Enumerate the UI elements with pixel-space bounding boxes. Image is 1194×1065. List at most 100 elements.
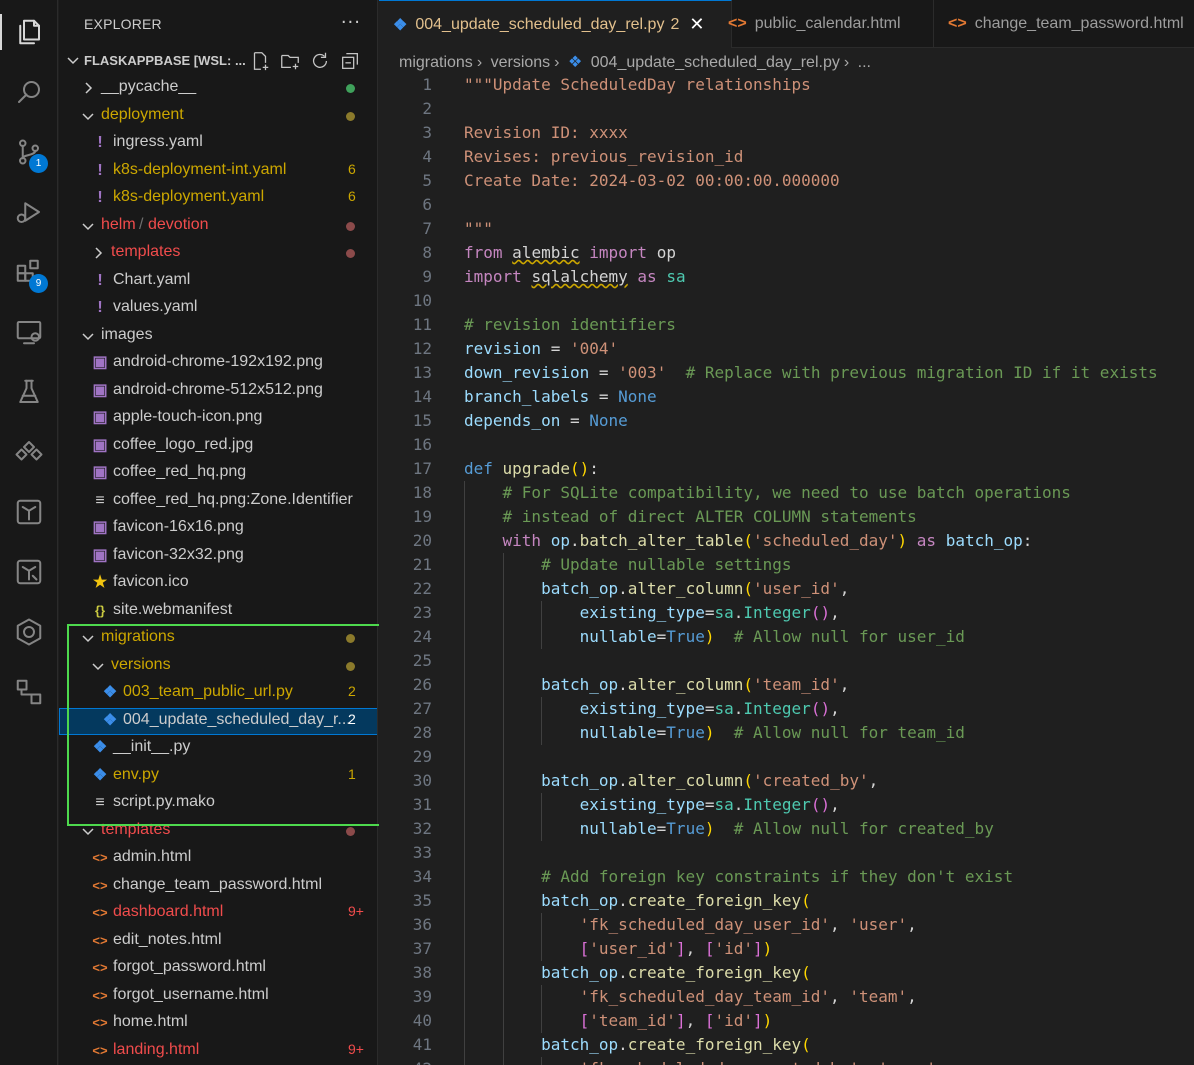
refresh-icon[interactable] xyxy=(309,50,331,72)
tree-file[interactable]: <> change_team_password.html xyxy=(59,873,377,900)
tree-item-label: change_team_password.html xyxy=(113,875,323,893)
breadcrumb-item[interactable]: 004_update_scheduled_day_rel.py xyxy=(591,54,840,71)
html-file-icon: <> xyxy=(948,15,967,32)
tree-item-label: __init__.py xyxy=(113,738,191,755)
breadcrumb-item[interactable]: ... xyxy=(858,54,871,71)
status-dot-icon xyxy=(346,826,355,836)
tree-item-label: env.py xyxy=(113,765,159,783)
html-file-icon: <> xyxy=(92,877,108,893)
tree-file[interactable]: ▣ coffee_red_hq.png xyxy=(59,460,377,487)
new-folder-icon[interactable] xyxy=(279,50,301,72)
tree-file[interactable]: ! k8s-deployment.yaml 6 xyxy=(59,185,377,212)
tree-file[interactable]: <> admin.html xyxy=(59,845,377,872)
tree-file[interactable]: ≡ coffee_red_hq.png:Zone.Identifier xyxy=(59,488,377,515)
tree-folder[interactable]: versions xyxy=(59,653,377,680)
chevron-right-icon xyxy=(85,82,93,94)
code-line: 22 batch_op.alter_column('user_id', xyxy=(379,577,1194,601)
path-separator: / xyxy=(139,215,144,233)
tree-file[interactable]: <> edit_notes.html xyxy=(59,928,377,955)
tree-item-label: admin.html xyxy=(113,848,192,865)
terraform-cloud-icon[interactable] xyxy=(0,548,58,596)
grid-icon[interactable] xyxy=(0,428,58,476)
tree-folder[interactable]: deployment xyxy=(59,103,377,130)
terraform-icon[interactable] xyxy=(0,488,58,536)
tree-folder[interactable]: helm / devotion xyxy=(59,213,377,240)
tree-folder[interactable]: __pycache__ xyxy=(59,75,377,102)
code-line: 21 # Update nullable settings xyxy=(379,553,1194,577)
tab-change-team-password[interactable]: <> change_team_password.html xyxy=(934,0,1194,48)
tree-file[interactable]: ★ favicon.ico xyxy=(59,570,377,597)
source-control-icon[interactable]: 1 xyxy=(0,128,58,176)
run-debug-icon[interactable] xyxy=(0,188,58,236)
tab-public-calendar[interactable]: <> public_calendar.html xyxy=(714,0,934,48)
tree-file[interactable]: ! Chart.yaml xyxy=(59,268,377,295)
workspace-root[interactable]: FLASKAPPBASE [WSL: ... xyxy=(59,47,377,75)
tree-file[interactable]: ≡ script.py.mako xyxy=(59,790,377,817)
code-line: 34 # Add foreign key constraints if they… xyxy=(379,865,1194,889)
code-line: 25 xyxy=(379,649,1194,673)
workspace-root-label: FLASKAPPBASE [WSL: ... xyxy=(84,53,246,68)
tree-item-label: script.py.mako xyxy=(113,793,215,810)
tab-004-update-scheduled-day[interactable]: ❖ 004_update_scheduled_day_rel.py 2 ✕ xyxy=(379,0,732,48)
html-file-icon: <> xyxy=(92,960,108,975)
activity-bar: 1 9 xyxy=(0,0,58,1065)
more-actions-button[interactable]: ··· xyxy=(341,12,361,33)
tree-file[interactable]: ▣ coffee_logo_red.jpg xyxy=(59,433,377,460)
tree-file[interactable]: ▣ favicon-16x16.png xyxy=(59,515,377,542)
yaml-file-icon: ! xyxy=(97,134,103,151)
tree-file[interactable]: {} site.webmanifest xyxy=(59,598,377,625)
tree-folder[interactable]: images xyxy=(59,323,377,350)
tree-file[interactable]: <> landing.html 9+ xyxy=(59,1038,377,1065)
tab-problem-count: 2 xyxy=(670,15,680,33)
tree-file[interactable]: ❖ __init__.py xyxy=(59,735,377,762)
breadcrumb: migrations › versions › ❖ 004_update_sched… xyxy=(399,52,875,72)
tree-file[interactable]: ! k8s-deployment-int.yaml 6 xyxy=(59,158,377,185)
tree-folder[interactable]: templates xyxy=(59,818,377,845)
tree-folder[interactable]: migrations xyxy=(59,625,377,652)
image-file-icon: ▣ xyxy=(92,464,108,481)
problem-count-badge: 6 xyxy=(348,160,356,177)
diagram-icon[interactable] xyxy=(0,668,58,716)
code-line: 6 xyxy=(422,195,432,214)
tree-file[interactable]: ❖ env.py 1 xyxy=(59,763,377,790)
tree-item-label: android-chrome-512x512.png xyxy=(113,380,323,398)
tree-file[interactable]: ▣ favicon-32x32.png xyxy=(59,543,377,570)
testing-icon[interactable] xyxy=(0,368,58,416)
code-line: 5 Create Date: 2024-03-02 00:00:00.000000 xyxy=(422,171,840,190)
tree-file[interactable]: <> home.html xyxy=(59,1010,377,1037)
tree-file[interactable]: ▣ android-chrome-192x192.png xyxy=(59,350,377,377)
image-file-icon: ▣ xyxy=(92,381,108,399)
breadcrumb-item[interactable]: versions xyxy=(491,54,551,71)
tab-label: change_team_password.html xyxy=(974,15,1184,32)
tree-file[interactable]: ❖ 003_team_public_url.py 2 xyxy=(59,680,377,707)
tree-file[interactable]: <> forgot_username.html xyxy=(59,983,377,1010)
status-dot-icon xyxy=(346,249,355,258)
tree-file[interactable]: <> forgot_password.html xyxy=(59,955,377,982)
remote-explorer-icon[interactable] xyxy=(0,308,58,356)
close-icon[interactable]: ✕ xyxy=(689,14,704,35)
search-icon[interactable] xyxy=(0,68,58,116)
code-line: 41 batch_op.create_foreign_key( xyxy=(379,1033,1194,1057)
tree-file[interactable]: ❖ 004_update_scheduled_day_r... 2 xyxy=(59,707,377,735)
collapse-all-icon[interactable] xyxy=(339,50,361,72)
extensions-icon[interactable]: 9 xyxy=(0,248,58,296)
tree-item-label: Chart.yaml xyxy=(113,270,191,288)
tree-item-label: landing.html xyxy=(113,1040,200,1058)
yaml-file-icon: ! xyxy=(97,161,103,179)
code-line: 33 xyxy=(379,841,1194,865)
kubernetes-icon[interactable] xyxy=(0,608,58,656)
tree-folder[interactable]: templates xyxy=(59,240,377,267)
code-line: 11 # revision identifiers xyxy=(412,315,676,334)
tree-file[interactable]: ! ingress.yaml xyxy=(59,130,377,157)
tree-item-label: dashboard.html xyxy=(113,903,224,920)
new-file-icon[interactable] xyxy=(249,50,271,72)
breadcrumb-item[interactable]: migrations xyxy=(399,54,473,71)
status-dot-icon xyxy=(346,634,355,643)
tree-file[interactable]: ! values.yaml xyxy=(59,295,377,322)
tree-file[interactable]: ▣ android-chrome-512x512.png xyxy=(59,378,377,405)
tree-file[interactable]: <> dashboard.html 9+ xyxy=(59,900,377,927)
explorer-sidebar: EXPLORER ··· FLASKAPPBASE [WSL: ... __py… xyxy=(59,0,378,1065)
tree-file[interactable]: ▣ apple-touch-icon.png xyxy=(59,405,377,432)
explorer-icon[interactable] xyxy=(0,8,58,56)
code-line: 9 import sqlalchemy as sa xyxy=(422,267,686,286)
